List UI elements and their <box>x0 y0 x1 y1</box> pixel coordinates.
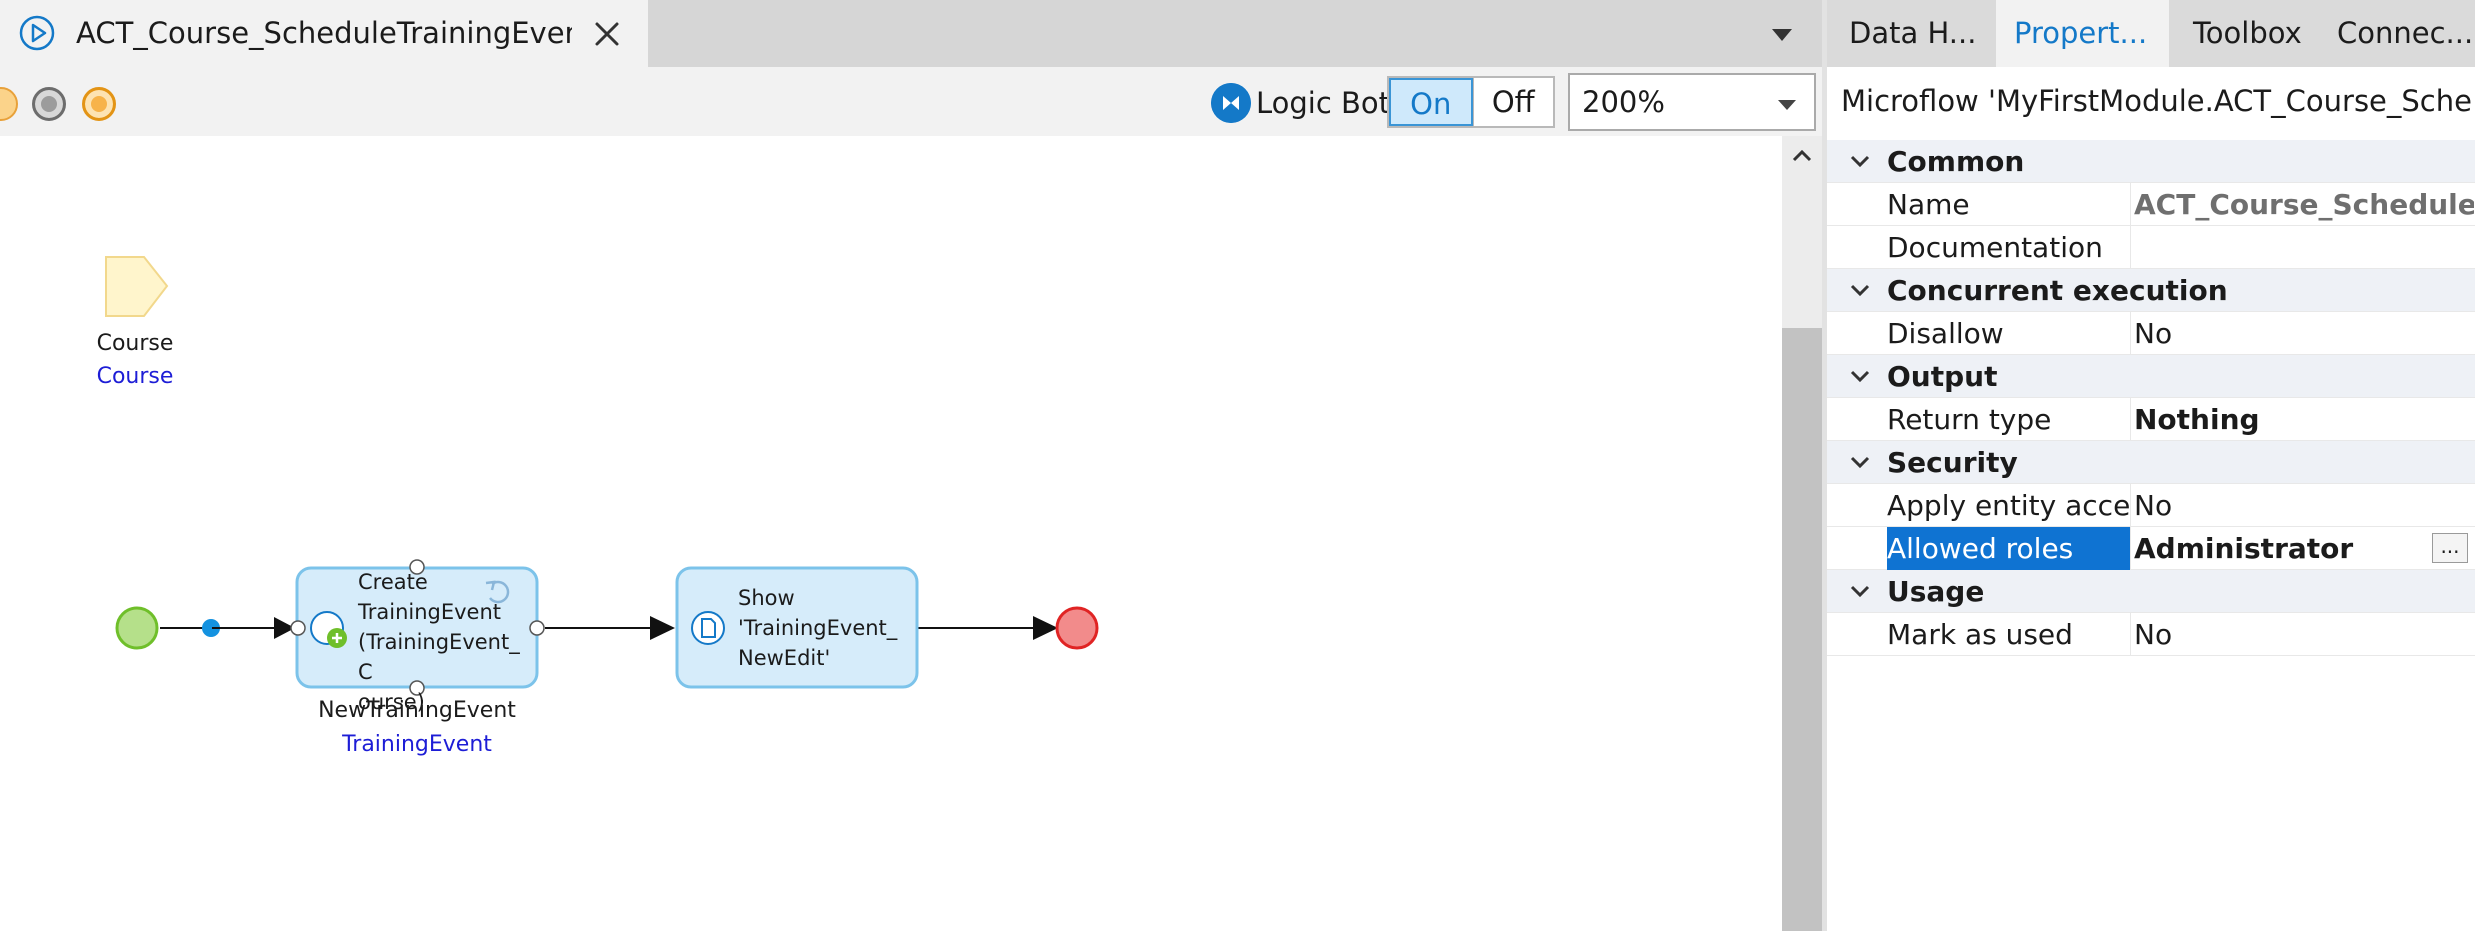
group-output[interactable]: Output <box>1827 355 2475 398</box>
chevron-down-icon[interactable] <box>1847 449 1873 475</box>
parameter-type: Course <box>96 364 174 389</box>
chevron-down-icon <box>1778 100 1796 110</box>
document-tab-title: ACT_Course_ScheduleTrainingEvent [l <box>76 16 572 50</box>
connection-handle[interactable] <box>290 620 306 636</box>
parameter-icon[interactable] <box>105 256 169 317</box>
orange-breakpoint-icon[interactable] <box>0 87 18 121</box>
group-label: Usage <box>1887 575 1985 608</box>
parameter-name: Course <box>96 331 174 356</box>
tab-properties[interactable]: Propert... <box>1996 0 2169 67</box>
toggle-on-button[interactable]: On <box>1389 78 1473 126</box>
prop-value[interactable]: No <box>2134 312 2474 355</box>
chevron-down-icon[interactable] <box>1765 17 1799 51</box>
pane-tab-bar: Data H... Propert... Toolbox Connec... <box>1827 0 2475 67</box>
prop-apply-entity-access[interactable]: Apply entity acces No <box>1827 484 2475 527</box>
logic-bot-label: Logic Bot <box>1256 86 1391 120</box>
prop-value[interactable]: Nothing <box>2134 398 2474 441</box>
page-icon <box>691 611 725 645</box>
group-label: Security <box>1887 446 2018 479</box>
diagram-drawing <box>105 256 1099 696</box>
prop-label: Return type <box>1887 398 2131 441</box>
group-usage[interactable]: Usage <box>1827 570 2475 613</box>
toggle-off-button[interactable]: Off <box>1472 78 1554 126</box>
properties-pane: Data H... Propert... Toolbox Connec... M… <box>1827 0 2475 931</box>
zoom-select[interactable]: 200% <box>1568 73 1816 131</box>
microflow-play-icon <box>19 15 55 51</box>
prop-value[interactable]: ACT_Course_ScheduleTra <box>2134 183 2474 226</box>
microflow-editor: ACT_Course_ScheduleTrainingEvent [l Logi… <box>0 0 1822 931</box>
prop-value[interactable] <box>2134 226 2474 269</box>
prop-mark-as-used[interactable]: Mark as used No <box>1827 613 2475 656</box>
tab-data-hub[interactable]: Data H... <box>1827 0 1996 67</box>
create-output-type: TrainingEvent <box>342 732 492 757</box>
prop-label: Apply entity acces <box>1887 484 2131 527</box>
group-security[interactable]: Security <box>1827 441 2475 484</box>
group-label: Output <box>1887 360 1998 393</box>
edit-roles-button[interactable]: ... <box>2432 533 2468 563</box>
group-concurrent-execution[interactable]: Concurrent execution <box>1827 269 2475 312</box>
end-event[interactable] <box>1055 606 1099 650</box>
create-output-name: NewTrainingEvent <box>318 698 516 723</box>
orange-record-icon[interactable] <box>82 87 116 121</box>
arrowhead-icon <box>1033 616 1058 640</box>
tab-toolbox[interactable]: Toolbox <box>2169 0 2317 67</box>
prop-label: Documentation <box>1887 226 2131 269</box>
chevron-down-icon[interactable] <box>1847 363 1873 389</box>
prop-return-type[interactable]: Return type Nothing <box>1827 398 2475 441</box>
show-activity-label: Show 'TrainingEvent_ NewEdit' <box>738 586 898 670</box>
prop-label: Allowed roles <box>1887 527 2131 570</box>
tab-connector[interactable]: Connec... <box>2317 0 2475 67</box>
group-label: Concurrent execution <box>1887 274 2228 307</box>
document-tab[interactable]: ACT_Course_ScheduleTrainingEvent [l <box>0 0 648 67</box>
prop-label: Mark as used <box>1887 613 2131 656</box>
vertical-scrollbar[interactable] <box>1782 136 1822 931</box>
create-activity-label: Create TrainingEvent (TrainingEvent_C ou… <box>358 570 520 714</box>
properties-title: Microflow 'MyFirstModule.ACT_Course_Sche… <box>1827 67 2475 136</box>
group-label: Common <box>1887 145 2025 178</box>
prop-label: Name <box>1887 183 2131 226</box>
prop-allowed-roles[interactable]: Allowed roles Administrator ... <box>1827 527 2475 570</box>
chevron-down-icon[interactable] <box>1847 148 1873 174</box>
prop-name[interactable]: Name ACT_Course_ScheduleTra <box>1827 183 2475 226</box>
prop-label: Disallow <box>1887 312 2131 355</box>
chevron-down-icon[interactable] <box>1847 277 1873 303</box>
close-icon[interactable] <box>588 15 626 53</box>
prop-value[interactable]: No <box>2134 613 2474 656</box>
prop-disallow[interactable]: Disallow No <box>1827 312 2475 355</box>
start-event[interactable] <box>115 606 159 650</box>
zoom-value: 200% <box>1582 85 1665 119</box>
document-tab-bar: ACT_Course_ScheduleTrainingEvent [l <box>0 0 1822 67</box>
chevron-down-icon[interactable] <box>1847 578 1873 604</box>
scroll-up-icon[interactable] <box>1788 142 1816 170</box>
logic-bot-toggle[interactable]: On Off <box>1387 76 1555 128</box>
microflow-diagram: Course Course Create TrainingEvent (Trai… <box>0 136 1782 931</box>
prop-documentation[interactable]: Documentation <box>1827 226 2475 269</box>
prop-value[interactable]: No <box>2134 484 2474 527</box>
arrowhead-icon <box>650 616 675 640</box>
grey-record-icon[interactable] <box>32 87 66 121</box>
prop-value[interactable]: Administrator <box>2134 527 2474 570</box>
scrollbar-thumb[interactable] <box>1782 328 1822 931</box>
group-common[interactable]: Common <box>1827 140 2475 183</box>
logic-bot-icon <box>1211 83 1251 123</box>
